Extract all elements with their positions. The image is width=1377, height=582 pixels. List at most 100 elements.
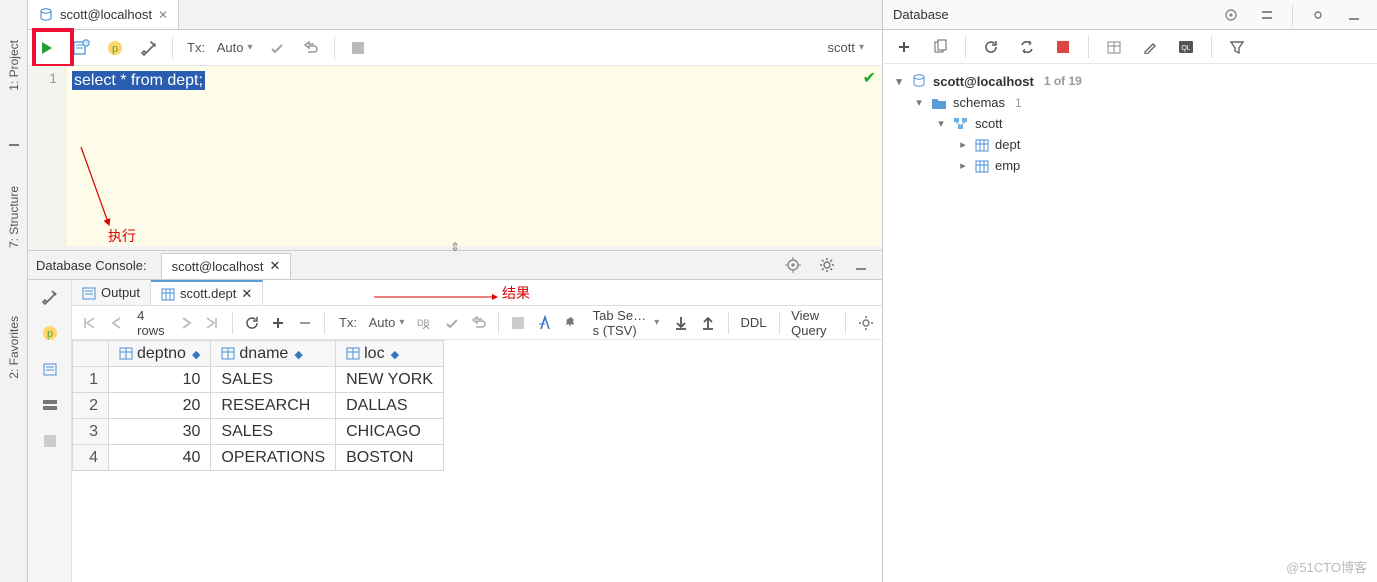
row-number: 3 — [73, 419, 109, 445]
col-deptno[interactable]: deptno◆ — [109, 341, 211, 367]
stop-icon[interactable] — [1050, 34, 1076, 60]
hide-icon[interactable] — [1341, 2, 1367, 28]
commit-icon[interactable] — [443, 310, 462, 336]
new-datasource-button[interactable] — [891, 34, 917, 60]
last-page-button[interactable] — [203, 310, 222, 336]
gear-icon[interactable] — [814, 252, 840, 278]
edit-icon[interactable] — [1137, 34, 1163, 60]
schema-select[interactable]: scott ▾ — [824, 40, 869, 55]
collapse-icon[interactable] — [1254, 2, 1280, 28]
table-row[interactable]: 110SALESNEW YORK — [73, 367, 444, 393]
tree-schemas[interactable]: ▾ schemas 1 — [891, 92, 1369, 113]
editor-gutter: 1 — [28, 66, 66, 246]
stop-button[interactable] — [345, 35, 371, 61]
tree-schema[interactable]: ▾ scott — [891, 113, 1369, 134]
table-row[interactable]: 440OPERATIONSBOSTON — [73, 445, 444, 471]
cell-deptno[interactable]: 10 — [109, 367, 211, 393]
row-header-corner — [73, 341, 109, 367]
filter-icon[interactable] — [1224, 34, 1250, 60]
sidebar-favorites[interactable]: 2: Favorites — [0, 282, 27, 412]
delete-row-button[interactable] — [296, 310, 315, 336]
cell-dname[interactable]: OPERATIONS — [211, 445, 336, 471]
cell-dname[interactable]: SALES — [211, 419, 336, 445]
refresh-button[interactable] — [242, 310, 261, 336]
gear-icon[interactable] — [1305, 2, 1331, 28]
rollback-icon[interactable] — [470, 310, 489, 336]
cell-loc[interactable]: CHICAGO — [336, 419, 444, 445]
locate-icon[interactable] — [780, 252, 806, 278]
tree-root[interactable]: ▾ scott@localhost 1 of 19 — [891, 70, 1369, 92]
add-row-button[interactable] — [269, 310, 288, 336]
console-icon[interactable]: QL — [1173, 34, 1199, 60]
chevron-right-icon[interactable]: ▸ — [957, 159, 969, 172]
results-tx-select[interactable]: Tx: Auto ▾ — [335, 315, 408, 330]
import-up-icon[interactable] — [700, 310, 716, 336]
tab-result[interactable]: scott.dept ✕ — [151, 280, 263, 305]
console-tab[interactable]: scott@localhost ✕ — [161, 253, 292, 279]
locate-icon[interactable] — [1218, 2, 1244, 28]
sidebar-project[interactable]: 1: Project — [0, 0, 27, 130]
tree-table[interactable]: ▸dept — [891, 134, 1369, 155]
datasource-icon — [38, 7, 54, 23]
tab-output[interactable]: Output — [72, 280, 151, 305]
export-down-icon[interactable] — [673, 310, 689, 336]
sync-icon[interactable] — [1014, 34, 1040, 60]
hide-icon[interactable] — [848, 252, 874, 278]
params-icon[interactable]: p — [37, 320, 63, 346]
cell-deptno[interactable]: 40 — [109, 445, 211, 471]
db-commit-icon[interactable]: DB — [416, 310, 435, 336]
run-button[interactable] — [34, 35, 60, 61]
editor-tab[interactable]: scott@localhost ✕ — [28, 0, 179, 29]
cell-deptno[interactable]: 20 — [109, 393, 211, 419]
tree-table[interactable]: ▸emp — [891, 155, 1369, 176]
close-icon[interactable]: ✕ — [270, 258, 281, 274]
console-title: Database Console: — [36, 258, 147, 273]
settings-button[interactable] — [136, 35, 162, 61]
col-dname[interactable]: dname◆ — [211, 341, 336, 367]
close-icon[interactable]: ✕ — [158, 8, 168, 22]
table-icon — [161, 287, 175, 301]
compare-icon[interactable] — [535, 310, 554, 336]
ddl-button[interactable]: DDL — [741, 315, 767, 330]
database-tree[interactable]: ▾ scott@localhost 1 of 19 ▾ schemas 1 ▾ … — [883, 64, 1377, 582]
parameters-button[interactable]: p — [102, 35, 128, 61]
tx-mode-select[interactable]: Tx: Auto ▾ — [183, 40, 256, 55]
col-loc[interactable]: loc◆ — [336, 341, 444, 367]
chevron-down-icon[interactable]: ▾ — [935, 117, 947, 130]
explain-plan-button[interactable] — [68, 35, 94, 61]
prev-page-button[interactable] — [107, 310, 126, 336]
duplicate-icon[interactable] — [927, 34, 953, 60]
chevron-down-icon[interactable]: ▾ — [893, 75, 905, 88]
view-query-button[interactable]: View Query — [791, 308, 833, 338]
split-resize[interactable]: ⇕ — [28, 246, 882, 250]
close-icon[interactable]: ✕ — [241, 286, 252, 302]
chevron-right-icon[interactable]: ▸ — [957, 138, 969, 151]
cell-dname[interactable]: RESEARCH — [211, 393, 336, 419]
gear-icon[interactable] — [858, 310, 874, 336]
rollback-button[interactable] — [298, 35, 324, 61]
cell-dname[interactable]: SALES — [211, 367, 336, 393]
stop-icon[interactable] — [509, 310, 528, 336]
output-icon[interactable] — [37, 356, 63, 382]
first-page-button[interactable] — [80, 310, 99, 336]
table-row[interactable]: 220RESEARCHDALLAS — [73, 393, 444, 419]
table-row[interactable]: 330SALESCHICAGO — [73, 419, 444, 445]
next-page-button[interactable] — [177, 310, 196, 336]
export-format-select[interactable]: Tab Se…s (TSV) ▾ — [589, 308, 664, 338]
results-grid[interactable]: deptno◆ dname◆ loc◆ 110SALESNEW YORK220R… — [72, 340, 882, 582]
cell-loc[interactable]: DALLAS — [336, 393, 444, 419]
refresh-icon[interactable] — [978, 34, 1004, 60]
layout-icon[interactable] — [37, 392, 63, 418]
pin-icon[interactable] — [562, 310, 581, 336]
cell-loc[interactable]: BOSTON — [336, 445, 444, 471]
cell-loc[interactable]: NEW YORK — [336, 367, 444, 393]
chevron-down-icon[interactable]: ▾ — [913, 96, 925, 109]
sql-editor[interactable]: 1 select * from dept; ✔ 执行 — [28, 66, 882, 246]
table-view-icon[interactable] — [1101, 34, 1127, 60]
database-panel: Database QL ▾ — [883, 0, 1377, 582]
wrench-icon[interactable] — [37, 284, 63, 310]
commit-button[interactable] — [264, 35, 290, 61]
cell-deptno[interactable]: 30 — [109, 419, 211, 445]
sidebar-structure[interactable]: 7: Structure — [0, 152, 27, 282]
minimize-icon[interactable] — [0, 130, 27, 152]
